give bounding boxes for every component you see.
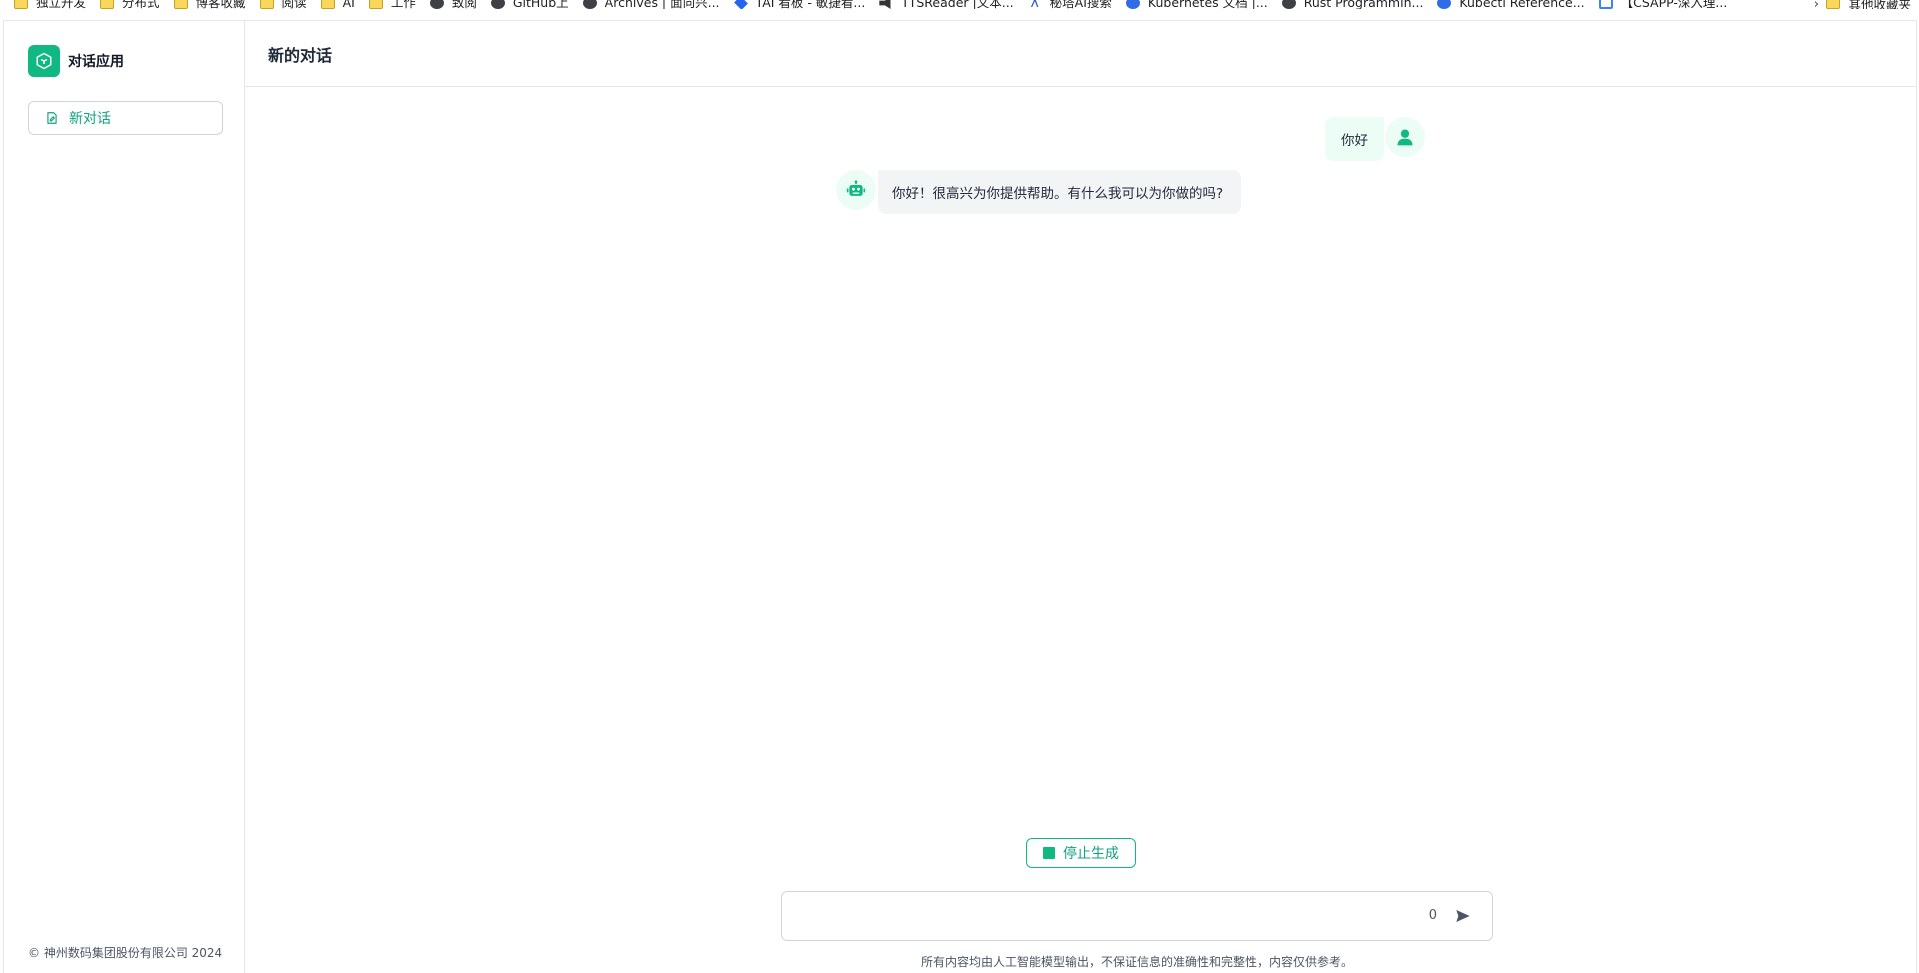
stop-icon (1043, 847, 1055, 859)
assistant-message-bubble: 你好！很高兴为你提供帮助。有什么我可以为你做的吗? (878, 170, 1242, 214)
stop-generation-label: 停止生成 (1063, 846, 1119, 862)
bookmark-folder[interactable]: 分布式 (86, 0, 160, 9)
bookmark-other-folder[interactable]: 其他收藏夹 (1826, 0, 1911, 9)
bot-avatar-icon (836, 170, 876, 210)
message-input-box: 0 (781, 891, 1493, 941)
bookmark-folder[interactable]: 阅读 (246, 0, 307, 9)
send-icon (1456, 910, 1470, 922)
bookmark-link[interactable]: 【CSAPP-深入理... (1585, 0, 1727, 9)
folder-icon (259, 0, 274, 9)
folder-icon (368, 0, 383, 9)
chat-main: 新的对话 你好 你好！很高兴为你提供帮助。有什么我可以为你做的吗? 停止生成 0… (245, 21, 1916, 973)
app-title: 对话应用 (68, 54, 124, 70)
site-icon (429, 0, 444, 9)
bookmark-folder[interactable]: 博客收藏 (160, 0, 246, 9)
bookmark-folder[interactable]: 独立开发 (0, 0, 86, 9)
bookmarks-bar: 独立开发 分布式 博客收藏 阅读 AI 工作 致阅 GitHub上 Archiv… (0, 0, 1919, 20)
sidebar: 对话应用 新对话 © 神州数码集团股份有限公司 2024 (4, 21, 245, 973)
new-chat-button[interactable]: 新对话 (28, 101, 223, 135)
bilibili-icon (1598, 0, 1613, 9)
page-title: 新的对话 (268, 45, 333, 65)
app-logo-icon (28, 45, 60, 77)
lambda-icon: λ (1030, 0, 1039, 9)
bookmark-folder[interactable]: 工作 (355, 0, 416, 9)
user-avatar-icon (1385, 117, 1425, 157)
folder-icon (14, 0, 28, 9)
site-icon (582, 0, 597, 9)
bookmark-link[interactable]: Kubectl Reference... (1423, 0, 1585, 9)
message-input[interactable] (794, 904, 1394, 930)
kubernetes-icon (1437, 0, 1452, 9)
bookmark-link[interactable]: λ 秘塔AI搜索 (1014, 0, 1112, 9)
folder-icon (1826, 0, 1841, 9)
copyright-text: © 神州数码集团股份有限公司 2024 (28, 946, 223, 960)
send-button[interactable] (1452, 905, 1474, 927)
brand: 对话应用 (28, 45, 124, 77)
bookmark-link[interactable]: TAI 看板 - 敏捷看... (720, 0, 865, 9)
edit-document-icon (47, 112, 57, 124)
bookmark-link[interactable]: 致阅 (416, 0, 477, 9)
char-count: 0 (1428, 908, 1437, 923)
speaker-icon (879, 0, 891, 9)
bookmark-folder[interactable]: AI (307, 0, 355, 9)
app-window: 对话应用 新对话 © 神州数码集团股份有限公司 2024 新的对话 你好 你好！… (3, 20, 1917, 973)
bookmark-link[interactable]: GitHub上 (477, 0, 569, 9)
chat-header: 新的对话 (245, 21, 1916, 87)
user-message-bubble: 你好 (1325, 117, 1384, 161)
new-chat-label: 新对话 (69, 111, 111, 127)
stop-generation-button[interactable]: 停止生成 (1026, 838, 1136, 868)
bookmark-link[interactable]: Kubernetes 文档 |... (1112, 0, 1268, 9)
github-icon (490, 0, 505, 9)
disclaimer-text: 所有内容均由人工智能模型输出，不保证信息的准确性和完整性，内容仅供参考。 (920, 955, 1353, 969)
folder-icon (320, 0, 335, 9)
folder-icon (173, 0, 188, 9)
assistant-message-text: 你好！很高兴为你提供帮助。有什么我可以为你做的吗? (892, 186, 1224, 202)
diamond-icon (733, 0, 748, 9)
folder-icon (100, 0, 115, 9)
rust-icon (1281, 0, 1296, 9)
bookmark-link[interactable]: Archives | 面向兴... (569, 0, 720, 9)
chevron-right-icon[interactable]: › (1814, 0, 1819, 12)
bookmark-link[interactable]: TTSReader |文本... (865, 0, 1014, 9)
user-message-text: 你好 (1341, 133, 1368, 149)
bookmark-link[interactable]: Rust Programmin... (1268, 0, 1423, 9)
kubernetes-icon (1125, 0, 1140, 9)
